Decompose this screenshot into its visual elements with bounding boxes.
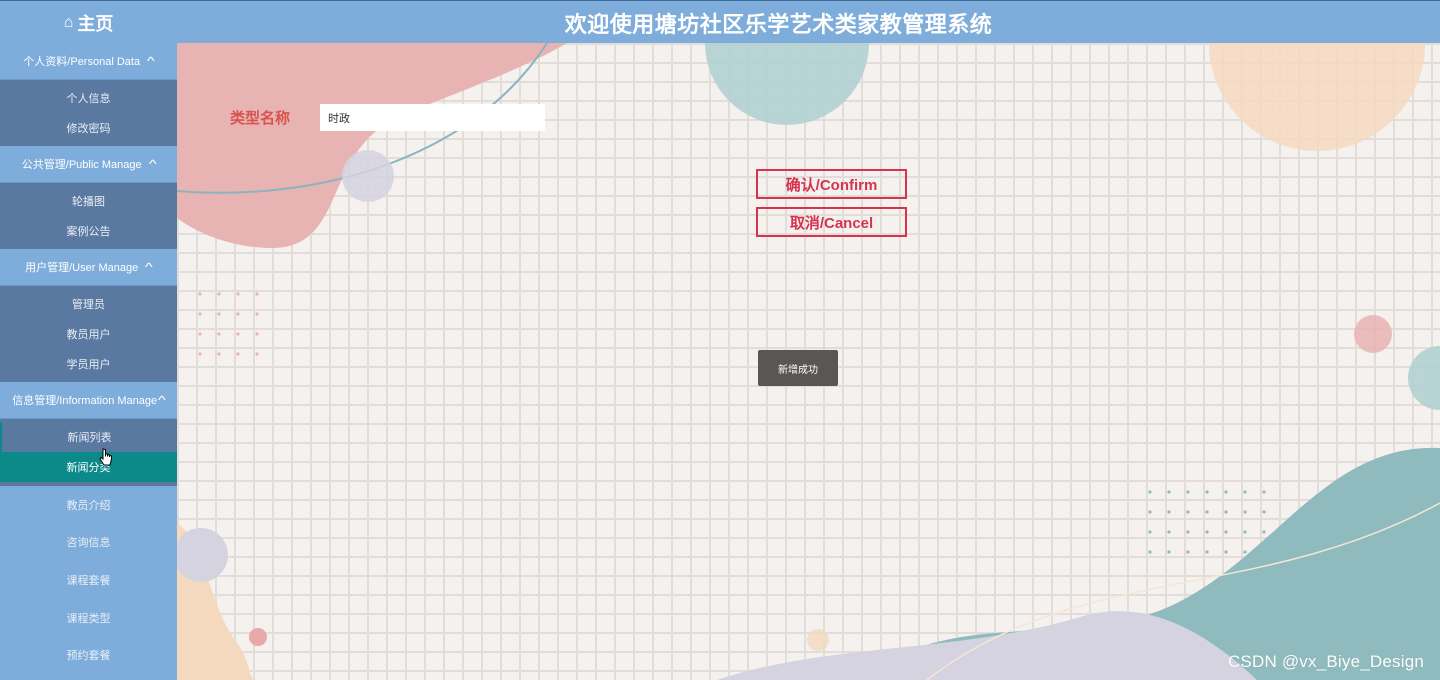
sidebar-group-label: 用户管理/User Manage — [25, 262, 139, 274]
sidebar-item-change-password[interactable]: 修改密码 — [0, 113, 177, 143]
sidebar-submenu: 轮播图 案例公告 — [0, 183, 177, 249]
sidebar-submenu: 个人信息 修改密码 — [0, 80, 177, 146]
sidebar-item-case-notice[interactable]: 案例公告 — [0, 216, 177, 246]
sidebar-item-teacher-users[interactable]: 教员用户 — [0, 319, 177, 349]
type-name-label: 类型名称 — [230, 110, 291, 127]
sidebar-item-admin[interactable]: 管理员 — [0, 289, 177, 319]
sidebar-item-teacher-intro[interactable]: 教员介绍 — [0, 486, 177, 524]
home-icon: ⌂ — [63, 13, 74, 31]
sidebar-group-public-manage[interactable]: 公共管理/Public Manage ^ — [0, 146, 177, 183]
top-header: ⌂ 主页 欢迎使用塘坊社区乐学艺术类家教管理系统 — [0, 0, 1440, 43]
chevron-up-icon: ^ — [157, 393, 166, 407]
chevron-up-icon: ^ — [148, 157, 157, 171]
home-link[interactable]: ⌂ 主页 — [0, 1, 177, 44]
sidebar: 个人资料/Personal Data ^ 个人信息 修改密码 公共管理/Publ… — [0, 43, 177, 680]
cancel-button[interactable]: 取消/Cancel — [756, 207, 907, 237]
confirm-button[interactable]: 确认/Confirm — [756, 169, 907, 199]
sidebar-item-news-list[interactable]: 新闻列表 — [0, 422, 177, 452]
sidebar-group-label: 信息管理/Information Manage — [12, 395, 158, 407]
sidebar-group-user-manage[interactable]: 用户管理/User Manage ^ — [0, 249, 177, 286]
sidebar-group-personal-data[interactable]: 个人资料/Personal Data ^ — [0, 43, 177, 80]
watermark: CSDN @vx_Biye_Design — [1227, 652, 1424, 671]
sidebar-item-course-type[interactable]: 课程类型 — [0, 598, 177, 637]
success-toast: 新增成功 — [758, 350, 838, 386]
sidebar-item-carousel[interactable]: 轮播图 — [0, 186, 177, 216]
sidebar-group-label: 公共管理/Public Manage — [21, 159, 142, 171]
sidebar-group-label: 个人资料/Personal Data — [23, 56, 141, 68]
home-label: 主页 — [77, 13, 114, 34]
site-title: 欢迎使用塘坊社区乐学艺术类家教管理系统 — [564, 11, 993, 37]
hand-cursor-icon — [99, 448, 112, 466]
sidebar-group-information-manage[interactable]: 信息管理/Information Manage ^ — [0, 382, 177, 419]
sidebar-item-consult-info[interactable]: 咨询信息 — [0, 523, 177, 562]
sidebar-submenu: 管理员 教员用户 学员用户 — [0, 286, 177, 382]
sidebar-item-booking-package[interactable]: 预约套餐 — [0, 636, 177, 674]
type-name-input[interactable] — [320, 104, 545, 131]
sidebar-item-course-package[interactable]: 课程套餐 — [0, 561, 177, 599]
sidebar-item-news-category[interactable]: 新闻分类 — [0, 452, 177, 482]
sidebar-submenu: 新闻列表 新闻分类 — [0, 419, 177, 482]
chevron-up-icon: ^ — [145, 260, 153, 274]
sidebar-item-student-users[interactable]: 学员用户 — [0, 349, 177, 379]
chevron-up-icon: ^ — [146, 54, 155, 68]
main-content: 类型名称 确认/Confirm 取消/Cancel 新增成功 CSDN @vx_… — [177, 43, 1440, 680]
sidebar-item-personal-info[interactable]: 个人信息 — [0, 83, 177, 113]
